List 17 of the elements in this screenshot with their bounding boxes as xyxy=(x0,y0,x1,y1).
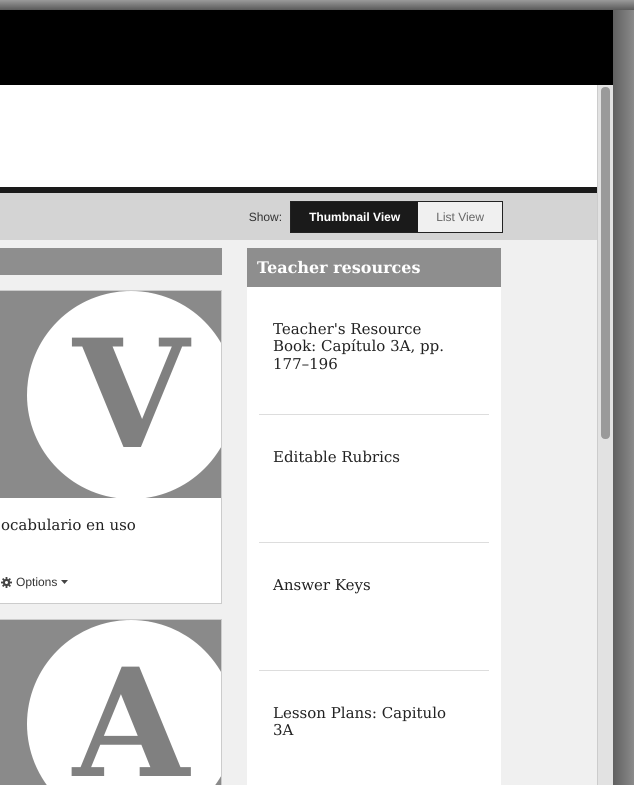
card-title: ocabulario en uso xyxy=(0,515,137,536)
scrollbar-thumb[interactable] xyxy=(601,87,610,439)
view-toggle-button[interactable]: List View xyxy=(418,202,502,232)
caret-icon xyxy=(61,580,68,584)
view-toggle-button[interactable]: Thumbnail View xyxy=(291,202,418,232)
show-label: Show: xyxy=(248,208,282,226)
resource-card[interactable]: A xyxy=(0,619,222,785)
gear-icon xyxy=(1,576,12,588)
tile-letter: V xyxy=(72,320,190,470)
tile-letter: A xyxy=(72,648,190,785)
panel-title: Teacher resources xyxy=(247,248,501,287)
resource-link[interactable]: Teacher's Resource Book: Capítulo 3A, pp. 177–196 xyxy=(273,321,453,373)
resource-link[interactable]: Editable Rubrics xyxy=(273,449,453,466)
resource-card[interactable]: V ocabulario en uso Options xyxy=(0,290,222,604)
resource-link[interactable]: Lesson Plans: Capitulo 3A xyxy=(273,705,453,740)
options-dropdown[interactable]: Options xyxy=(16,573,58,591)
resource-link[interactable]: Answer Keys xyxy=(273,577,453,594)
